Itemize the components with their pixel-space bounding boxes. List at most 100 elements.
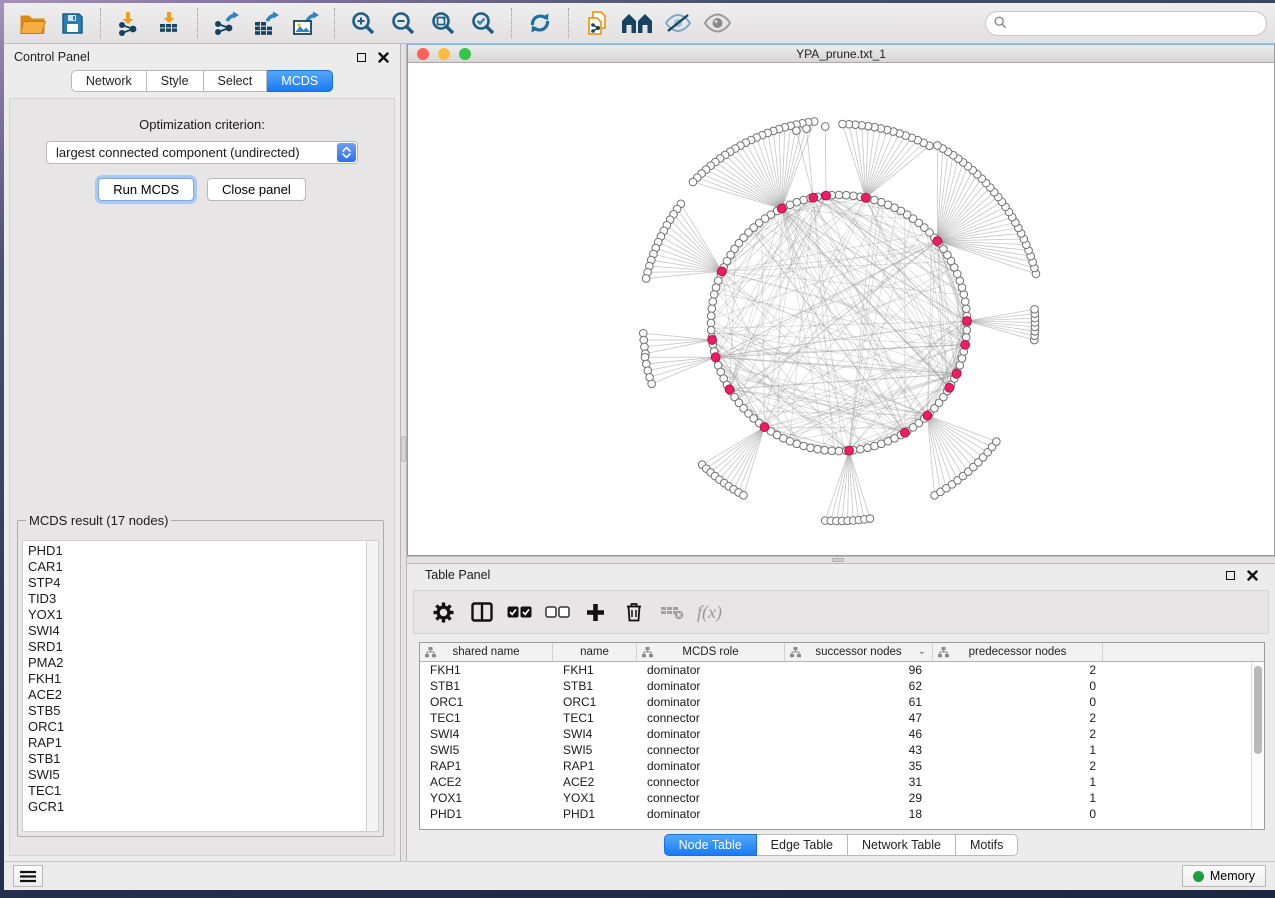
- tab-edge-table[interactable]: Edge Table: [757, 834, 848, 856]
- table-row[interactable]: ACE2ACE2connector311: [420, 774, 1264, 790]
- peripheral-node[interactable]: [821, 123, 829, 131]
- tab-network-table[interactable]: Network Table: [848, 834, 956, 856]
- network-node[interactable]: [961, 298, 969, 306]
- mcds-result-item[interactable]: ORC1: [28, 719, 366, 735]
- network-node[interactable]: [842, 191, 850, 199]
- close-panel-button[interactable]: [376, 50, 390, 64]
- network-node[interactable]: [958, 355, 966, 363]
- apply-layout-button[interactable]: [520, 6, 560, 40]
- mcds-hub-node[interactable]: [711, 353, 720, 362]
- peripheral-node[interactable]: [839, 120, 847, 128]
- vertical-splitter[interactable]: [400, 44, 407, 861]
- horizontal-splitter[interactable]: [407, 556, 1275, 564]
- scrollbar-thumb[interactable]: [1254, 666, 1262, 754]
- delete-entry-button[interactable]: [618, 595, 649, 629]
- column-header-MCDS-role[interactable]: MCDS role: [637, 643, 785, 661]
- table-row[interactable]: RAP1RAP1dominator352: [420, 758, 1264, 774]
- mcds-result-item[interactable]: FKH1: [28, 671, 366, 687]
- network-node[interactable]: [707, 312, 715, 320]
- peripheral-node[interactable]: [1031, 306, 1039, 314]
- mcds-hub-node[interactable]: [961, 340, 970, 349]
- mcds-result-item[interactable]: PMA2: [28, 655, 366, 671]
- column-header-shared-name[interactable]: shared name: [420, 643, 553, 661]
- network-node[interactable]: [707, 326, 715, 334]
- optimization-criterion-select[interactable]: largest connected component (undirected): [46, 141, 358, 164]
- peripheral-node[interactable]: [740, 492, 748, 500]
- network-node[interactable]: [871, 196, 879, 204]
- network-node[interactable]: [850, 192, 858, 200]
- mcds-result-item[interactable]: RAP1: [28, 735, 366, 751]
- mcds-hub-node[interactable]: [809, 193, 818, 202]
- show-all-button[interactable]: [697, 6, 737, 40]
- peripheral-node[interactable]: [934, 142, 942, 150]
- mcds-result-item[interactable]: CAR1: [28, 559, 366, 575]
- mcds-hub-node[interactable]: [945, 383, 954, 392]
- tab-style[interactable]: Style: [147, 70, 204, 92]
- memory-button[interactable]: Memory: [1182, 865, 1266, 887]
- select-all-columns-button[interactable]: [504, 595, 535, 629]
- tab-node-table[interactable]: Node Table: [664, 834, 757, 856]
- network-node[interactable]: [800, 442, 808, 450]
- network-node[interactable]: [864, 444, 872, 452]
- search-input[interactable]: [985, 11, 1267, 36]
- network-node[interactable]: [821, 446, 829, 454]
- tab-mcds[interactable]: MCDS: [267, 70, 333, 92]
- mcds-hub-node[interactable]: [933, 237, 942, 246]
- function-builder-button[interactable]: f(x): [694, 595, 725, 629]
- network-node[interactable]: [709, 298, 717, 306]
- export-table-button[interactable]: [246, 6, 286, 40]
- mcds-hub-node[interactable]: [822, 191, 831, 200]
- network-node[interactable]: [708, 305, 716, 313]
- zoom-in-button[interactable]: [343, 6, 383, 40]
- import-table-button[interactable]: [149, 6, 189, 40]
- table-row[interactable]: YOX1YOX1connector291: [420, 790, 1264, 806]
- zoom-selected-button[interactable]: [463, 6, 503, 40]
- mcds-hub-node[interactable]: [717, 267, 726, 276]
- network-node[interactable]: [828, 447, 836, 455]
- peripheral-node[interactable]: [642, 275, 650, 283]
- column-header-name[interactable]: name: [553, 643, 637, 661]
- mcds-result-item[interactable]: SWI5: [28, 767, 366, 783]
- first-neighbors-button[interactable]: [617, 6, 657, 40]
- peripheral-node[interactable]: [993, 438, 1001, 446]
- network-node[interactable]: [963, 326, 971, 334]
- show-task-history-button[interactable]: [13, 865, 43, 887]
- tab-network[interactable]: Network: [71, 70, 147, 92]
- mcds-result-item[interactable]: GCR1: [28, 799, 366, 815]
- network-node[interactable]: [707, 319, 715, 327]
- splitter-handle[interactable]: [832, 558, 844, 562]
- table-row[interactable]: ORC1ORC1dominator610: [420, 694, 1264, 710]
- mcds-hub-node[interactable]: [725, 385, 734, 394]
- network-node[interactable]: [814, 445, 822, 453]
- mcds-hub-node[interactable]: [845, 446, 854, 455]
- zoom-fit-button[interactable]: [423, 6, 463, 40]
- network-node[interactable]: [835, 447, 843, 455]
- peripheral-node[interactable]: [866, 515, 874, 523]
- splitter-handle[interactable]: [401, 436, 406, 462]
- network-node[interactable]: [807, 444, 815, 452]
- network-node[interactable]: [962, 305, 970, 313]
- peripheral-node[interactable]: [689, 178, 697, 186]
- add-entry-button[interactable]: [580, 595, 611, 629]
- tab-select[interactable]: Select: [204, 70, 268, 92]
- network-canvas[interactable]: [408, 63, 1274, 555]
- mcds-result-item[interactable]: TEC1: [28, 783, 366, 799]
- float-panel-button[interactable]: [354, 50, 368, 64]
- close-panel-button[interactable]: [1245, 568, 1259, 582]
- mcds-result-item[interactable]: ACE2: [28, 687, 366, 703]
- clone-network-button[interactable]: [577, 6, 617, 40]
- mcds-result-item[interactable]: STP4: [28, 575, 366, 591]
- network-node[interactable]: [710, 291, 718, 299]
- network-node[interactable]: [857, 445, 865, 453]
- mcds-list-scrollbar[interactable]: [366, 540, 379, 832]
- mcds-result-item[interactable]: STB5: [28, 703, 366, 719]
- network-node[interactable]: [960, 291, 968, 299]
- mcds-hub-node[interactable]: [952, 369, 961, 378]
- mcds-hub-node[interactable]: [708, 336, 717, 345]
- close-mcds-panel-button[interactable]: Close panel: [207, 178, 306, 201]
- mcds-hub-node[interactable]: [777, 204, 786, 213]
- mcds-result-item[interactable]: YOX1: [28, 607, 366, 623]
- table-row[interactable]: STB1STB1dominator620: [420, 678, 1264, 694]
- table-row[interactable]: TEC1TEC1connector472: [420, 710, 1264, 726]
- table-scrollbar[interactable]: [1251, 662, 1264, 829]
